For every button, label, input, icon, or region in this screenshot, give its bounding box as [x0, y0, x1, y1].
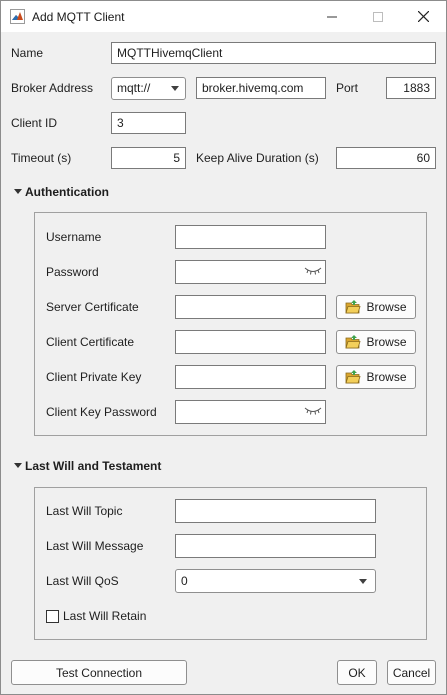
last-will-title: Last Will and Testament [25, 459, 162, 473]
folder-open-icon [345, 335, 362, 349]
name-label: Name [11, 46, 44, 60]
client-private-key-input[interactable] [175, 365, 326, 389]
client-certificate-input[interactable] [175, 330, 326, 354]
password-input[interactable] [175, 260, 326, 284]
last-will-retain-checkbox[interactable] [46, 610, 59, 623]
minimize-icon [327, 16, 337, 17]
client-private-key-label: Client Private Key [46, 370, 142, 384]
browse-label: Browse [366, 300, 407, 314]
server-certificate-browse-button[interactable]: Browse [336, 295, 416, 319]
authentication-title: Authentication [25, 185, 109, 199]
close-icon [417, 11, 429, 22]
broker-scheme-dropdown[interactable]: mqtt:// [111, 77, 186, 100]
folder-open-icon [345, 370, 362, 384]
last-will-qos-dropdown[interactable]: 0 [175, 569, 376, 593]
client-private-key-browse-button[interactable]: Browse [336, 365, 416, 389]
authentication-section-header[interactable]: Authentication [14, 185, 109, 199]
title-bar[interactable]: Add MQTT Client [1, 1, 446, 32]
collapse-triangle-icon [14, 463, 22, 469]
port-input[interactable]: 1883 [386, 77, 436, 99]
last-will-message-input[interactable] [175, 534, 376, 558]
last-will-message-label: Last Will Message [46, 539, 144, 553]
client-certificate-label: Client Certificate [46, 335, 135, 349]
chevron-down-icon [171, 86, 179, 91]
timeout-label: Timeout (s) [11, 151, 72, 165]
server-certificate-label: Server Certificate [46, 300, 139, 314]
last-will-section-header[interactable]: Last Will and Testament [14, 459, 161, 473]
matlab-icon [10, 9, 25, 24]
folder-open-icon [345, 300, 362, 314]
cancel-button[interactable]: Cancel [387, 660, 436, 685]
client-certificate-browse-button[interactable]: Browse [336, 330, 416, 354]
port-label: Port [336, 81, 359, 95]
browse-label: Browse [366, 335, 407, 349]
ok-button[interactable]: OK [337, 660, 377, 685]
last-will-qos-label: Last Will QoS [46, 574, 119, 588]
client-key-password-input[interactable] [175, 400, 326, 424]
test-connection-button[interactable]: Test Connection [11, 660, 187, 685]
client-key-password-label: Client Key Password [46, 405, 157, 419]
broker-address-label: Broker Address [11, 81, 94, 95]
chevron-down-icon [359, 579, 367, 584]
name-input[interactable]: MQTTHivemqClient [111, 42, 436, 64]
client-id-label: Client ID [11, 116, 58, 130]
timeout-input[interactable]: 5 [111, 147, 186, 169]
maximize-icon [373, 11, 383, 22]
last-will-topic-label: Last Will Topic [46, 504, 123, 518]
dialog-window: Add MQTT Client Name MQTTHivemqClient Br… [0, 0, 447, 695]
server-certificate-input[interactable] [175, 295, 326, 319]
username-input[interactable] [175, 225, 326, 249]
broker-scheme-value: mqtt:// [117, 81, 151, 95]
keep-alive-input[interactable]: 60 [336, 147, 436, 169]
keep-alive-label: Keep Alive Duration (s) [196, 151, 319, 165]
last-will-topic-input[interactable] [175, 499, 376, 523]
browse-label: Browse [366, 370, 407, 384]
hidden-eye-icon[interactable] [304, 265, 322, 277]
last-will-retain-label: Last Will Retain [63, 609, 147, 623]
minimize-button[interactable] [309, 1, 355, 32]
username-label: Username [46, 230, 102, 244]
client-id-input[interactable]: 3 [111, 112, 186, 134]
hidden-eye-icon[interactable] [304, 405, 322, 417]
qos-value: 0 [181, 574, 188, 588]
maximize-button[interactable] [355, 1, 401, 32]
window-title: Add MQTT Client [32, 10, 125, 24]
broker-host-input[interactable]: broker.hivemq.com [196, 77, 326, 99]
password-label: Password [46, 265, 99, 279]
close-window-button[interactable] [400, 1, 446, 32]
collapse-triangle-icon [14, 189, 22, 195]
